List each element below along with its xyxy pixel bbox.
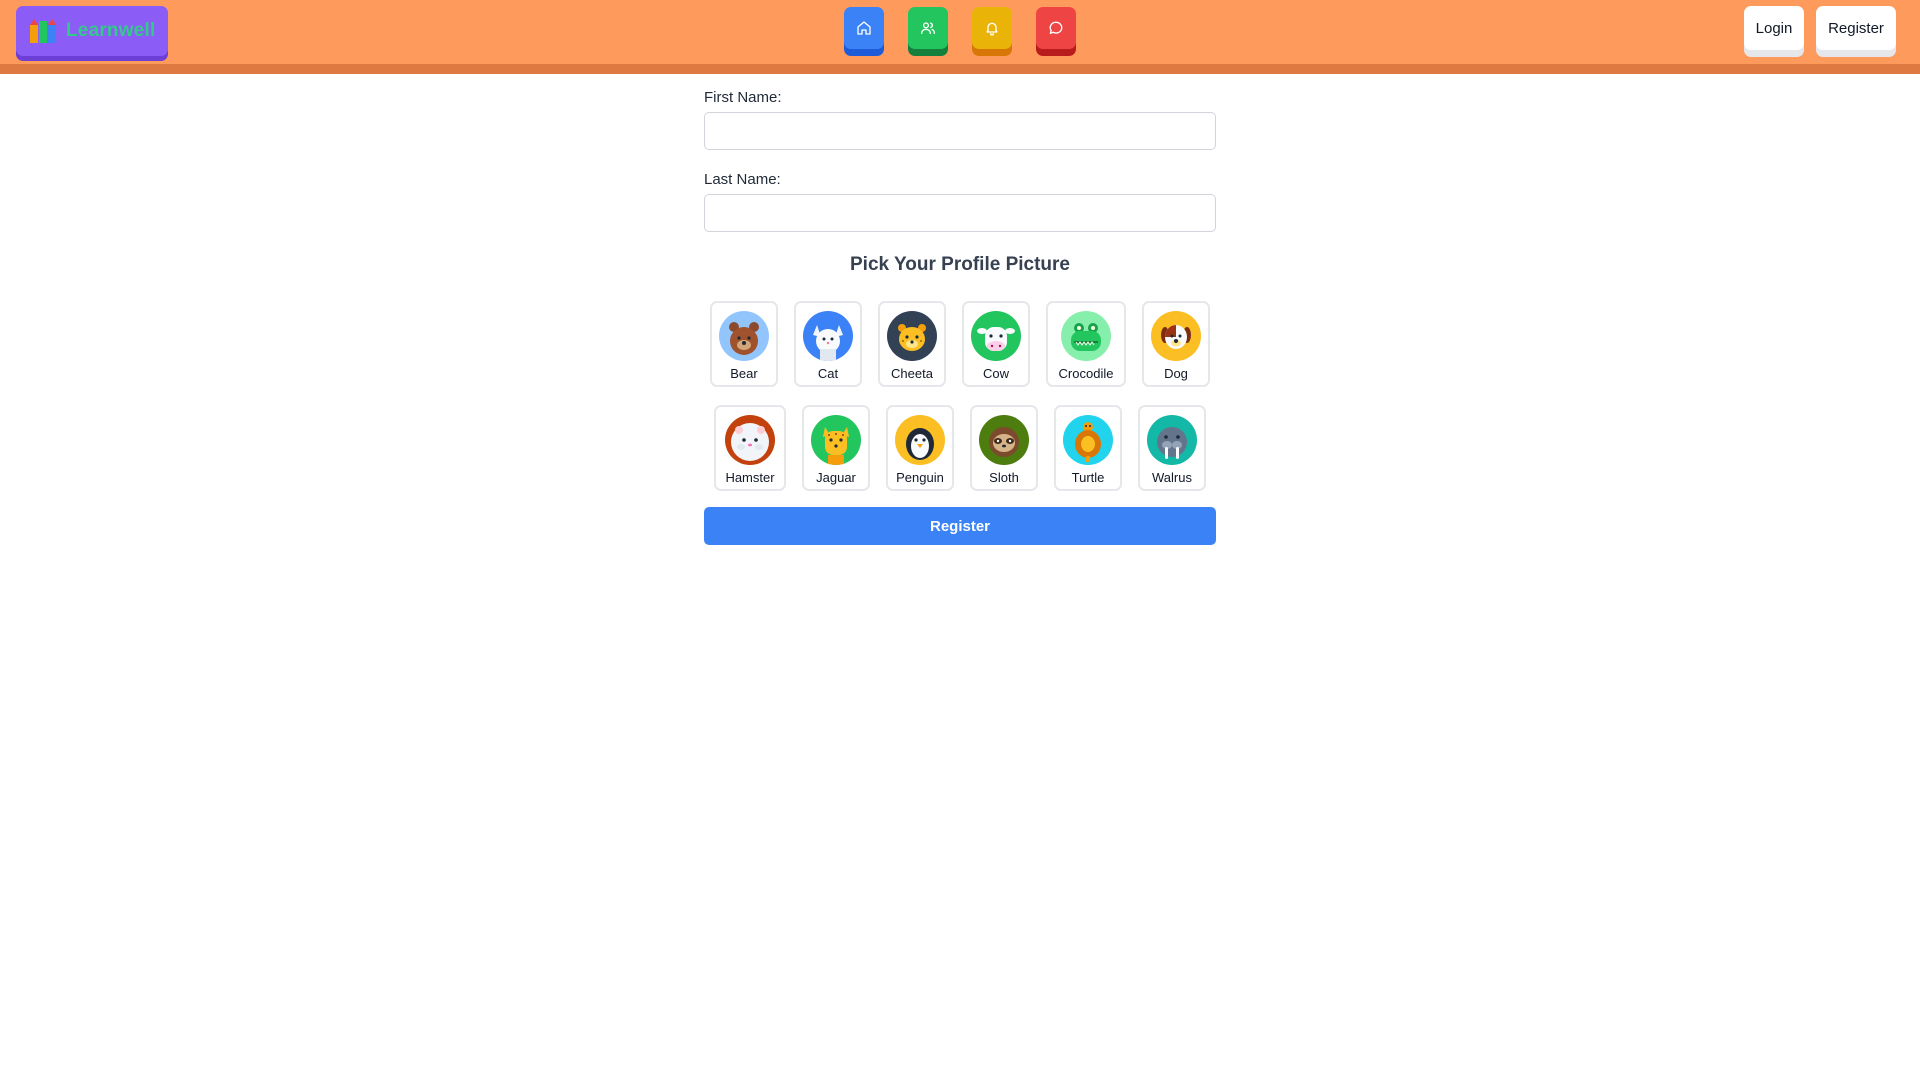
sloth-icon bbox=[979, 415, 1029, 465]
first-name-label: First Name: bbox=[704, 89, 782, 106]
first-name-input[interactable] bbox=[704, 112, 1216, 150]
avatar-name: Turtle bbox=[1071, 470, 1105, 485]
last-name-label: Last Name: bbox=[704, 171, 781, 188]
avatar-name: Penguin bbox=[896, 470, 944, 485]
avatar-name: Cheeta bbox=[891, 366, 933, 381]
login-button[interactable]: Login bbox=[1744, 6, 1804, 50]
avatar-name: Dog bbox=[1164, 366, 1188, 381]
avatar-option-crocodile[interactable]: Crocodile bbox=[1046, 301, 1126, 387]
home-button[interactable] bbox=[844, 7, 884, 49]
last-name-input[interactable] bbox=[704, 194, 1216, 232]
chat-icon bbox=[1049, 21, 1063, 34]
avatar-option-cheeta[interactable]: Cheeta bbox=[878, 301, 946, 387]
avatar-option-dog[interactable]: Dog bbox=[1142, 301, 1210, 387]
top-navbar: Learnwell Login Register bbox=[0, 0, 1920, 74]
register-nav-button[interactable]: Register bbox=[1816, 6, 1896, 50]
avatar-option-jaguar[interactable]: Jaguar bbox=[802, 405, 870, 491]
registration-form: First Name: Last Name: Pick Your Profile… bbox=[704, 88, 1216, 545]
avatar-option-penguin[interactable]: Penguin bbox=[886, 405, 954, 491]
profile-picture-heading: Pick Your Profile Picture bbox=[850, 254, 1070, 275]
crocodile-icon bbox=[1061, 311, 1111, 361]
avatar-name: Cow bbox=[982, 366, 1009, 381]
avatar-row-2: Hamster Jaguar Penguin Sloth Turtle Walr… bbox=[704, 405, 1216, 491]
cow-icon bbox=[971, 311, 1021, 361]
avatar-option-bear[interactable]: Bear bbox=[710, 301, 778, 387]
bear-icon bbox=[719, 311, 769, 361]
messages-button[interactable] bbox=[1036, 7, 1076, 49]
avatar-name: Crocodile bbox=[1058, 366, 1114, 381]
avatar-name: Bear bbox=[730, 366, 758, 381]
bell-icon bbox=[986, 22, 998, 36]
home-icon bbox=[857, 21, 871, 35]
avatar-option-hamster[interactable]: Hamster bbox=[714, 405, 786, 491]
jaguar-icon bbox=[811, 415, 861, 465]
hamster-icon bbox=[725, 415, 775, 465]
logo-icon bbox=[30, 19, 56, 43]
avatar-name: Sloth bbox=[989, 470, 1019, 485]
avatar-name: Walrus bbox=[1152, 470, 1192, 485]
penguin-icon bbox=[895, 415, 945, 465]
avatar-option-cat[interactable]: Cat bbox=[794, 301, 862, 387]
register-submit-button[interactable]: Register bbox=[704, 507, 1216, 545]
dog-icon bbox=[1151, 311, 1201, 361]
cheetah-icon bbox=[887, 311, 937, 361]
cat-icon bbox=[803, 311, 853, 361]
avatar-name: Cat bbox=[817, 366, 839, 381]
notifications-button[interactable] bbox=[972, 7, 1012, 49]
avatar-option-walrus[interactable]: Walrus bbox=[1138, 405, 1206, 491]
brand-name: Learnwell bbox=[66, 20, 156, 41]
avatar-option-sloth[interactable]: Sloth bbox=[970, 405, 1038, 491]
avatar-option-turtle[interactable]: Turtle bbox=[1054, 405, 1122, 491]
logo-button[interactable]: Learnwell bbox=[16, 6, 168, 56]
avatar-name: Hamster bbox=[725, 470, 775, 485]
avatar-row-1: Bear Cat Cheeta Cow Crocodile Dog bbox=[704, 301, 1216, 387]
users-button[interactable] bbox=[908, 7, 948, 49]
turtle-icon bbox=[1063, 415, 1113, 465]
users-icon bbox=[921, 22, 935, 34]
walrus-icon bbox=[1147, 415, 1197, 465]
avatar-option-cow[interactable]: Cow bbox=[962, 301, 1030, 387]
avatar-name: Jaguar bbox=[816, 470, 856, 485]
